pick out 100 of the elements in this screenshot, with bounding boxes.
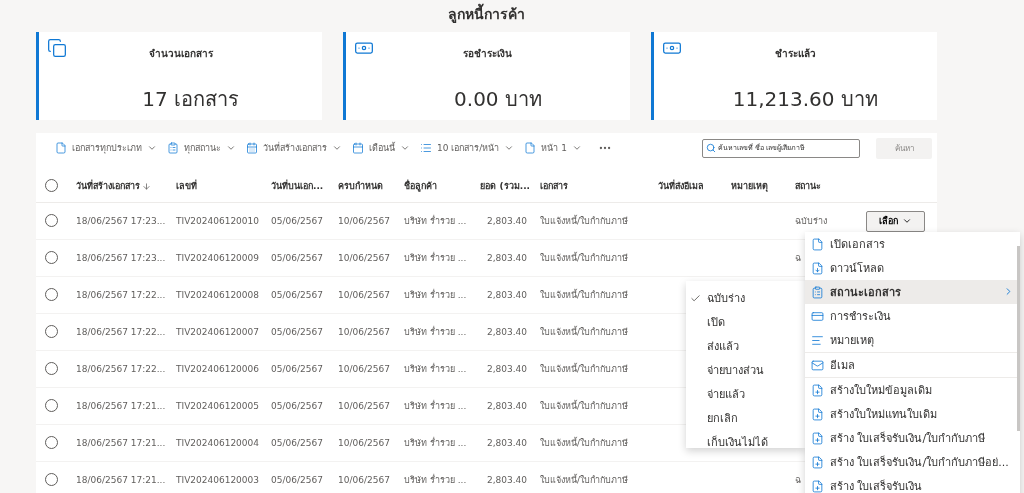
submenu-item[interactable]: เก็บเงินไม่ได้ <box>686 430 805 454</box>
file-icon <box>811 237 824 251</box>
menu-item[interactable]: สร้าง ใบเสร็จรับเงิน/ใบกำกับภาษีอย่... <box>805 450 1020 474</box>
chevron-down-icon <box>226 143 236 153</box>
file-plus-icon <box>811 431 824 445</box>
table-cell: 05/06/2567 <box>271 253 323 263</box>
table-cell: ใบแจ้งหนี้/ใบกำกับภาษี <box>540 253 629 263</box>
table-cell: 18/06/2567 17:21... <box>76 475 166 485</box>
column-header[interactable]: เลขที่ <box>176 179 197 193</box>
mail-icon <box>811 358 824 372</box>
chevron-down-icon <box>332 143 342 153</box>
menu-item[interactable]: สร้างใบใหม่แทนใบเดิม <box>805 402 1020 426</box>
table-cell: TIV202406120006 <box>176 364 260 374</box>
menu-item[interactable]: ดาวน์โหลด <box>805 256 1020 280</box>
menu-item[interactable]: สถานะเอกสาร <box>805 280 1020 304</box>
filter-icon <box>55 142 67 154</box>
table-cell: 18/06/2567 17:21... <box>76 438 166 448</box>
file-plus-icon <box>811 479 824 493</box>
filter-dropdown[interactable]: หน้า 1 <box>524 141 582 155</box>
select-all-radio[interactable] <box>45 178 58 192</box>
table-cell: 2,803.40 <box>486 253 527 263</box>
table-cell: 18/06/2567 17:22... <box>76 327 166 337</box>
table-cell: 18/06/2567 17:21... <box>76 401 166 411</box>
table-cell: 05/06/2567 <box>271 401 323 411</box>
table-cell: 2,803.40 <box>486 216 527 226</box>
table-cell: 18/06/2567 17:22... <box>76 364 166 374</box>
submenu-item[interactable]: จ่ายบางส่วน <box>686 358 805 382</box>
column-header[interactable]: วันที่สร้างเอกสาร <box>76 179 140 193</box>
table-cell: บริษัท ร่ำรวย ... <box>404 401 467 411</box>
table-cell: 10/06/2567 <box>338 364 390 374</box>
filter-dropdown[interactable]: เดือนนี้ <box>352 141 410 155</box>
chevron-down-icon <box>902 216 912 226</box>
table-cell: บริษัท ร่ำรวย ... <box>404 438 467 448</box>
filter-dropdown[interactable]: 10 เอกสาร/หน้า <box>420 141 515 155</box>
row-radio[interactable] <box>45 361 58 375</box>
column-header[interactable]: หมายเหตุ <box>731 179 768 193</box>
table-cell: TIV202406120010 <box>176 216 260 226</box>
filter-dropdown[interactable]: วันที่สร้างเอกสาร <box>246 141 342 155</box>
card-value: 11,213.60 บาท <box>732 86 878 113</box>
table-cell: 18/06/2567 17:22... <box>76 290 166 300</box>
status-text: ฉ <box>795 475 801 485</box>
clipboard-list-icon <box>811 285 824 299</box>
status-text: ฉบับร่าง <box>795 216 827 226</box>
column-header[interactable]: วันที่ส่งอีเมล <box>658 179 704 193</box>
menu-item[interactable]: สร้าง ใบเสร็จรับเงิน <box>805 474 1020 493</box>
column-header[interactable]: วันที่บนเอก... <box>271 179 324 193</box>
row-radio[interactable] <box>45 213 58 227</box>
submenu-item[interactable]: จ่ายแล้ว <box>686 382 805 406</box>
table-cell: ใบแจ้งหนี้/ใบกำกับภาษี <box>540 475 629 485</box>
filter-dropdown[interactable]: เอกสารทุกประเภท <box>55 141 157 155</box>
menu-item[interactable]: สร้าง ใบเสร็จรับเงิน/ใบกำกับภาษี <box>805 426 1020 450</box>
table-cell: 05/06/2567 <box>271 290 323 300</box>
submenu-item[interactable]: ยกเลิก <box>686 406 805 430</box>
column-header[interactable]: ครบกำหนด <box>338 179 383 193</box>
file-plus-icon <box>811 455 824 469</box>
table-cell: บริษัท ร่ำรวย ... <box>404 290 467 300</box>
menu-item[interactable]: เปิดเอกสาร <box>805 232 1020 256</box>
table-cell: บริษัท ร่ำรวย ... <box>404 475 467 485</box>
table-cell: บริษัท ร่ำรวย ... <box>404 253 467 263</box>
column-header[interactable]: สถานะ <box>795 179 821 193</box>
table-cell: 05/06/2567 <box>271 438 323 448</box>
menu-item[interactable]: การชำระเงิน <box>805 304 1020 328</box>
row-radio[interactable] <box>45 472 58 486</box>
table-cell: 18/06/2567 17:23... <box>76 216 166 226</box>
page-title: ลูกหนี้การค้า <box>36 0 937 26</box>
menu-item[interactable]: หมายเหตุ <box>805 328 1020 352</box>
card-value: 17 เอกสาร <box>142 86 240 113</box>
table-cell: TIV202406120007 <box>176 327 260 337</box>
table-cell: TIV202406120004 <box>176 438 260 448</box>
choose-button[interactable]: เลือก <box>866 210 925 232</box>
table-cell: 2,803.40 <box>486 401 527 411</box>
submenu-item[interactable]: เปิด <box>686 310 805 334</box>
table-cell: 10/06/2567 <box>338 327 390 337</box>
table-cell: 10/06/2567 <box>338 401 390 411</box>
column-header[interactable]: ชื่อลูกค้า <box>404 179 437 193</box>
row-radio[interactable] <box>45 287 58 301</box>
chevron-down-icon <box>504 143 515 153</box>
column-header[interactable]: เอกสาร <box>540 179 568 193</box>
submenu-item[interactable]: ส่งแล้ว <box>686 334 805 358</box>
table-cell: 2,803.40 <box>486 475 527 485</box>
table-cell: 18/06/2567 17:23... <box>76 253 166 263</box>
chevron-down-icon <box>147 143 157 153</box>
row-radio[interactable] <box>45 250 58 264</box>
card-title: ชำระแล้ว <box>774 47 816 61</box>
filter-icon <box>420 142 432 154</box>
row-radio[interactable] <box>45 324 58 338</box>
scrollbar[interactable] <box>1017 246 1020 431</box>
filter-dropdown[interactable]: ทุกสถานะ <box>167 141 236 155</box>
table-cell: ใบแจ้งหนี้/ใบกำกับภาษี <box>540 401 629 411</box>
filter-icon <box>352 142 364 154</box>
file-download-icon <box>811 261 824 275</box>
filter-icon <box>246 142 258 154</box>
row-radio[interactable] <box>45 398 58 412</box>
row-radio[interactable] <box>45 435 58 449</box>
table-cell: 10/06/2567 <box>338 438 390 448</box>
table-cell: บริษัท ร่ำรวย ... <box>404 364 467 374</box>
table-cell: 2,803.40 <box>486 438 527 448</box>
credit-card-icon <box>811 309 824 323</box>
column-header[interactable]: ยอด (รวม... <box>480 179 530 193</box>
submenu-item[interactable]: ฉบับร่าง <box>686 286 805 310</box>
